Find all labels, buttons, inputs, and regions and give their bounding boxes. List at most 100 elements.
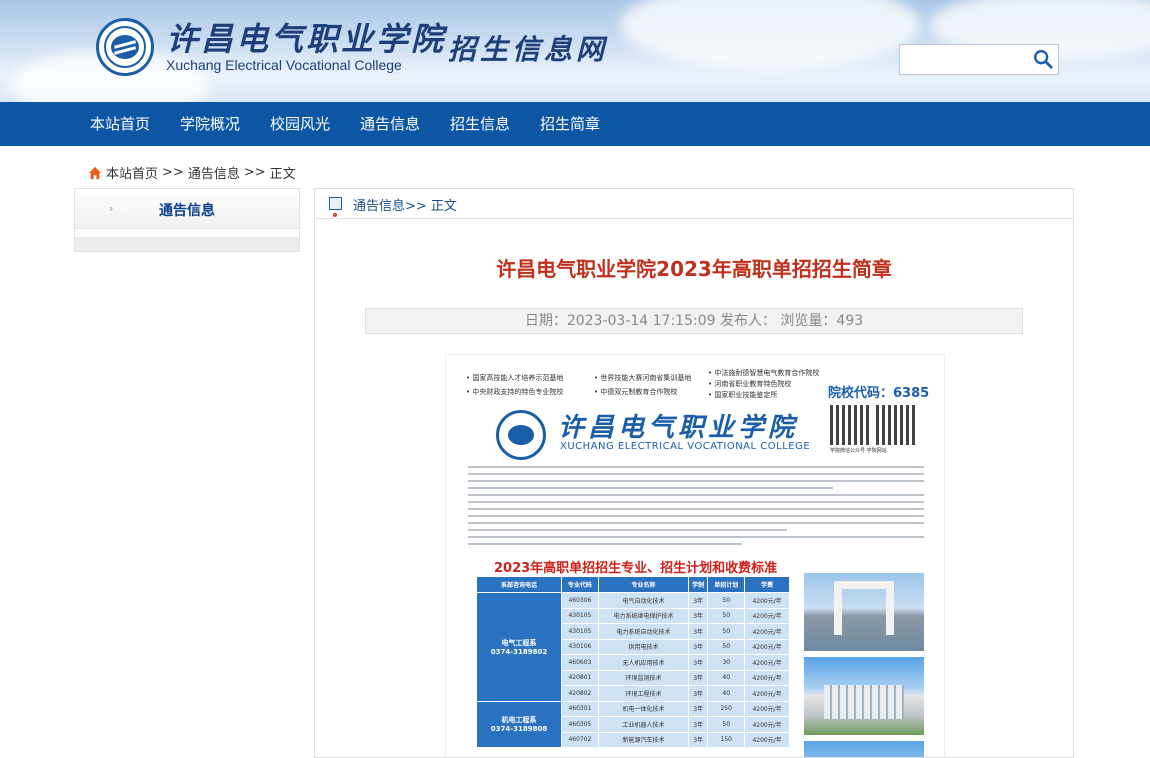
poster-tag: • 世界技能大赛河南省集训基地 [594,374,692,382]
search-button[interactable] [1030,48,1056,72]
table-header: 系部咨询电话 [476,576,562,593]
poster-tag: • 中法施耐德智慧电气教育合作院校 [708,369,820,377]
poster-intro-text [468,461,924,549]
department-phone: 0374-3189802 [490,647,548,656]
sidebar-item-notices[interactable]: › 通告信息 [75,189,299,229]
breadcrumb-current: 正文 [269,167,296,182]
college-name-cn: 许昌电气职业学院 [166,20,447,58]
table-cell: 30 [707,654,746,671]
table-cell: 250 [707,700,746,717]
table-cell: 460702 [560,731,599,748]
table-cell: 3年 [688,716,709,733]
department-cell: 机电工程系 0374-3189808 [476,700,562,748]
document-icon [329,197,342,210]
poster-tag: • 河南省职业教育特色院校 [708,380,792,388]
table-cell: 4200元/年 [744,607,790,624]
chevron-right-icon: › [109,202,114,215]
main-nav: 本站首页 学院概况 校园风光 通告信息 招生信息 招生简章 [0,102,1150,146]
table-header: 学费 [744,576,790,593]
poster-tag: • 中德双元制教育合作院校 [594,388,678,396]
breadcrumb-separator: >> [243,165,266,180]
table-cell: 3年 [688,669,709,686]
nav-item-admissions[interactable]: 招生信息 [450,102,510,146]
table-cell: 4200元/年 [744,716,790,733]
table-cell: 电力系统自动化技术 [597,623,690,640]
site-header: 许昌电气职业学院 Xuchang Electrical Vocational C… [0,0,1150,102]
department-name: 机电工程系 [501,716,537,725]
department-phone: 0374-3189808 [490,725,548,734]
school-code: 院校代码：6385 [828,386,930,401]
campus-building-photo [804,657,924,735]
department-cell: 电气工程系 0374-3189802 [476,592,562,702]
home-icon [88,166,102,179]
table-cell: 50 [707,716,746,733]
poster-tag: • 中央财政支持的特色专业院校 [466,388,564,396]
site-title: 招生信息网 [448,33,609,66]
table-cell: 4200元/年 [744,623,790,640]
enrollment-table: 系部咨询电话 专业代码 专业名称 学制 单招计划 学费 电气工程系 0374-3… [476,576,790,748]
table-cell: 50 [707,623,746,640]
table-cell: 150 [707,731,746,748]
brochure-image: • 国家高技能人才培养示范基地 • 中央财政支持的特色专业院校 • 世界技能大赛… [445,354,945,757]
qr-code-icon [830,405,870,445]
table-header: 专业代码 [560,576,599,593]
table-row: 电气工程系 0374-3189802 460306 电气自动化技术 3年 50 … [476,592,790,702]
poster-tag: • 国家高技能人才培养示范基地 [466,374,564,382]
table-cell: 4200元/年 [744,685,790,702]
table-cell: 供用电技术 [597,638,690,655]
table-cell: 4200元/年 [744,700,790,717]
nav-item-brochure[interactable]: 招生简章 [540,102,600,146]
college-logo-icon[interactable] [96,18,154,76]
table-cell: 50 [707,607,746,624]
table-header: 学制 [688,576,709,593]
nav-item-home[interactable]: 本站首页 [90,102,150,146]
table-cell: 4200元/年 [744,654,790,671]
table-cell: 420801 [560,669,599,686]
table-cell: 4200元/年 [744,592,790,609]
marker-icon [333,213,337,217]
nav-item-about[interactable]: 学院概况 [180,102,240,146]
table-cell: 460301 [560,700,599,717]
breadcrumb-separator: >> [162,165,184,180]
table-cell: 电力系统继电保护技术 [597,607,690,624]
table-cell: 40 [707,669,746,686]
search-icon [1034,50,1053,69]
table-header: 专业名称 [597,576,690,593]
article-title: 许昌电气职业学院2023年高职单招招生简章 [496,257,892,281]
table-cell: 4200元/年 [744,669,790,686]
table-cell: 3年 [688,654,709,671]
nav-item-notices[interactable]: 通告信息 [360,102,420,146]
table-cell: 环境监测技术 [597,669,690,686]
table-cell: 3年 [688,607,709,624]
table-cell: 3年 [688,592,709,609]
table-cell: 4200元/年 [744,731,790,748]
table-cell: 电气自动化技术 [597,592,690,609]
cloud-decoration [620,0,920,70]
breadcrumb-home[interactable]: 本站首页 [106,163,158,182]
sidebar-item-label: 通告信息 [159,203,215,219]
table-cell: 3年 [688,685,709,702]
poster-tag: • 国家职业技能鉴定所 [708,391,778,399]
table-cell: 无人机应用技术 [597,654,690,671]
table-cell: 460306 [560,592,599,609]
nav-item-campus[interactable]: 校园风光 [270,102,330,146]
poster-subtitle: 2023年高职单招招生专业、招生计划和收费标准 [494,561,778,576]
table-cell: 50 [707,592,746,609]
table-cell: 460305 [560,716,599,733]
department-name: 电气工程系 [501,638,537,647]
poster-college-name-cn: 许昌电气职业学院 [558,413,799,443]
article-panel-header: 通告信息>> 正文 [315,189,1073,219]
table-cell: 40 [707,685,746,702]
table-cell: 工业机器人技术 [597,716,690,733]
table-header: 单招计划 [707,576,746,593]
breadcrumb: 本站首页 >> 通告信息 >> 正文 [88,163,296,182]
table-cell: 420802 [560,685,599,702]
table-cell: 3年 [688,700,709,717]
college-name-en: Xuchang Electrical Vocational College [166,57,402,73]
campus-gate-photo [804,573,924,651]
search-input[interactable] [902,47,1026,72]
article-breadcrumb[interactable]: 通告信息>> 正文 [353,195,457,214]
breadcrumb-section[interactable]: 通告信息 [188,163,240,182]
table-cell: 新能源汽车技术 [597,731,690,748]
table-cell: 3年 [688,638,709,655]
